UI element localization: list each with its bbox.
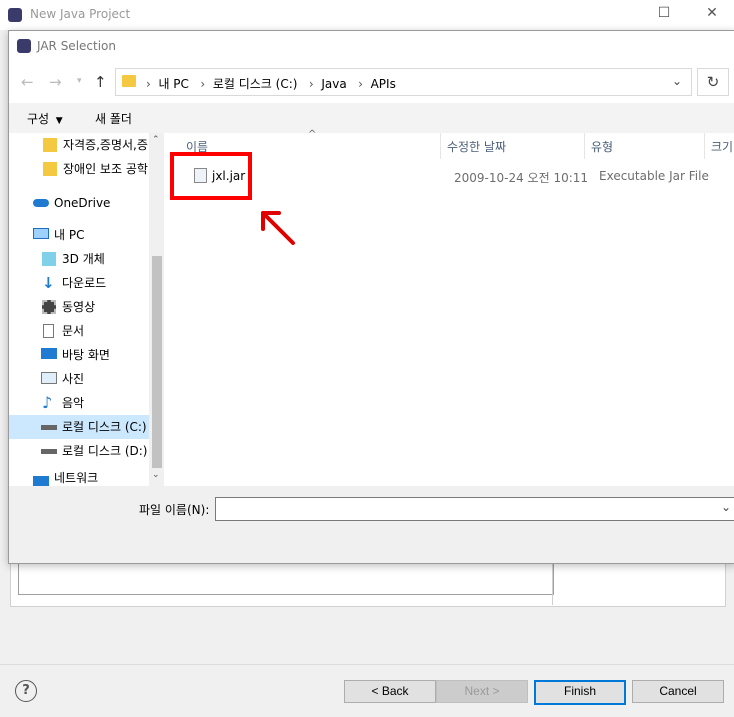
sidebar-item-this-pc[interactable]: 내 PC	[9, 223, 149, 247]
cancel-button[interactable]: Cancel	[632, 680, 724, 703]
sidebar-item-label: 문서	[62, 324, 85, 338]
filename-row: 파일 이름(N): ⌄	[9, 486, 734, 563]
sidebar-item-label: 네트워크	[54, 471, 99, 485]
sidebar-item-desktop[interactable]: 바탕 화면	[9, 343, 149, 367]
sidebar-item-label: 장애인 보조 공학	[63, 162, 148, 176]
column-divider	[704, 133, 705, 159]
eclipse-dialog-icon	[17, 39, 31, 53]
chevron-down-icon[interactable]: ⌄	[672, 74, 682, 88]
refresh-icon[interactable]: ↻	[697, 68, 729, 96]
help-icon[interactable]: ?	[15, 680, 37, 702]
chevron-down-icon[interactable]: ⌄	[721, 500, 731, 514]
sidebar-item-label: 음악	[62, 396, 85, 410]
file-date: 2009-10-24 오전 10:11	[454, 171, 589, 185]
cube-icon	[42, 252, 56, 266]
red-arrow-icon	[261, 211, 295, 245]
sidebar-item-label: 동영상	[62, 300, 96, 314]
next-button[interactable]: Next >	[436, 680, 528, 703]
sidebar-item-label: 3D 개체	[62, 252, 105, 266]
sidebar-item-label: 내 PC	[54, 228, 85, 242]
file-type: Executable Jar File	[599, 169, 709, 183]
sidebar-item-music[interactable]: ♪ 음악	[9, 391, 149, 415]
download-icon: ↓	[42, 274, 55, 292]
toolbar: 구성 ▼ 새 폴더	[9, 103, 734, 133]
folder-icon	[43, 138, 57, 152]
document-icon	[43, 324, 54, 338]
column-header-type[interactable]: 유형	[591, 138, 613, 155]
folder-icon	[122, 75, 136, 87]
column-divider	[440, 133, 441, 159]
sidebar-item-onedrive[interactable]: OneDrive	[9, 191, 149, 215]
organize-button[interactable]: 구성 ▼	[27, 110, 63, 127]
recent-dropdown-icon[interactable]: ▾	[77, 76, 82, 86]
sort-ascending-icon: ^	[308, 129, 317, 140]
filename-input[interactable]	[215, 497, 734, 521]
filename-label: 파일 이름(N):	[139, 503, 210, 517]
sidebar-item-local-disk-d[interactable]: 로컬 디스크 (D:)	[9, 439, 149, 463]
network-icon	[33, 476, 49, 486]
sidebar-item-downloads[interactable]: ↓ 다운로드	[9, 271, 149, 295]
caret-down-icon: ▼	[52, 116, 63, 126]
up-arrow-icon[interactable]: ↑	[94, 73, 107, 91]
sidebar-item-label: 로컬 디스크 (C:)	[62, 420, 147, 434]
scroll-up-icon[interactable]: ⌃	[152, 135, 160, 145]
navigation-pane: 자격증,증명서,증 장애인 보조 공학 OneDrive 내 PC 3D 개체 …	[9, 133, 164, 486]
breadcrumb-item[interactable]: APIs	[371, 77, 396, 91]
back-button[interactable]: < Back	[344, 680, 436, 703]
breadcrumb: › 내 PC › 로컬 디스크 (C:) › Java › APIs	[146, 77, 396, 91]
sidebar-item-label: 로컬 디스크 (D:)	[62, 444, 148, 458]
drive-icon	[41, 425, 57, 430]
address-bar[interactable]: › 내 PC › 로컬 디스크 (C:) › Java › APIs ⌄	[115, 68, 692, 96]
breadcrumb-item[interactable]: 로컬 디스크 (C:)	[213, 77, 298, 91]
finish-button[interactable]: Finish	[534, 680, 626, 705]
background-list-box	[18, 560, 554, 595]
background-divider	[552, 560, 553, 605]
file-row[interactable]: jxl.jar 2009-10-24 오전 10:11 Executable J…	[182, 165, 732, 187]
folder-icon	[43, 162, 57, 176]
address-row: ← → ▾ ↑ › 내 PC › 로컬 디스크 (C:) › Java › AP…	[9, 63, 734, 99]
close-icon[interactable]: ✕	[702, 5, 722, 25]
background-title-bar: New Java Project ☐ ✕	[0, 0, 734, 30]
sidebar-item-3d-objects[interactable]: 3D 개체	[9, 247, 149, 271]
highlight-box	[170, 152, 252, 200]
eclipse-app-icon	[8, 8, 22, 22]
sidebar-item-label: 사진	[62, 372, 85, 386]
sidebar-item-local-disk-c[interactable]: 로컬 디스크 (C:)	[9, 415, 149, 439]
column-header-size[interactable]: 크기	[711, 138, 733, 155]
cloud-icon	[33, 199, 49, 207]
bottom-separator	[0, 664, 734, 665]
sidebar-item-label: 자격증,증명서,증	[63, 138, 148, 152]
sidebar-item-documents[interactable]: 문서	[9, 319, 149, 343]
sidebar-item-assistive[interactable]: 장애인 보조 공학	[9, 157, 149, 181]
breadcrumb-item[interactable]: 내 PC	[158, 77, 188, 91]
video-icon	[42, 300, 56, 314]
sidebar-item-label: 바탕 화면	[62, 348, 110, 362]
back-arrow-icon[interactable]: ←	[21, 73, 34, 91]
jar-selection-dialog: JAR Selection ← → ▾ ↑ › 내 PC › 로컬 디스크 (C…	[8, 30, 734, 564]
sidebar-item-certificates[interactable]: 자격증,증명서,증	[9, 133, 149, 157]
sidebar-item-pictures[interactable]: 사진	[9, 367, 149, 391]
music-icon: ♪	[42, 393, 53, 412]
column-header-date[interactable]: 수정한 날짜	[447, 138, 506, 155]
sidebar-item-videos[interactable]: 동영상	[9, 295, 149, 319]
drive-icon	[41, 449, 57, 454]
background-window-title: New Java Project	[30, 7, 131, 21]
sidebar-item-label: OneDrive	[54, 196, 111, 210]
sidebar-item-network[interactable]: 네트워크	[9, 471, 149, 486]
picture-icon	[41, 372, 57, 384]
breadcrumb-item[interactable]: Java	[321, 77, 346, 91]
organize-label: 구성	[27, 112, 50, 126]
forward-arrow-icon[interactable]: →	[49, 73, 62, 91]
new-folder-button[interactable]: 새 폴더	[95, 110, 132, 127]
sidebar-item-label: 다운로드	[62, 276, 107, 290]
scroll-down-icon[interactable]: ⌄	[152, 470, 160, 480]
column-divider	[584, 133, 585, 159]
maximize-icon[interactable]: ☐	[654, 5, 674, 25]
scrollbar-thumb[interactable]	[152, 256, 162, 468]
dialog-title: JAR Selection	[37, 39, 116, 53]
pc-icon	[33, 228, 49, 239]
desktop-icon	[41, 348, 57, 359]
